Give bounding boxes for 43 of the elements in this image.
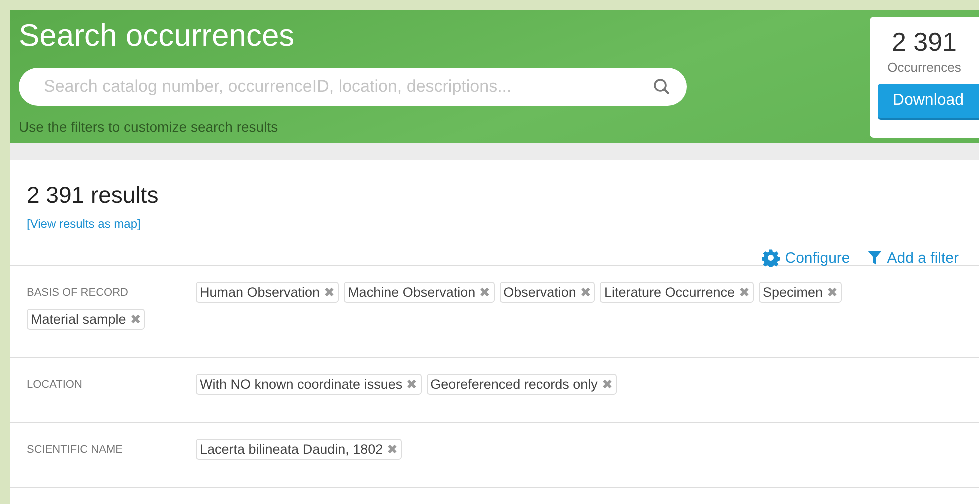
chip-label: Material sample — [31, 312, 126, 327]
count-label: Occurrences — [888, 60, 962, 75]
add-filter-link[interactable]: Add a filter — [868, 249, 959, 267]
filter-chip[interactable]: With NO known coordinate issues ✖ — [196, 374, 422, 395]
remove-icon[interactable]: ✖ — [406, 377, 418, 392]
chip-label: Lacerta bilineata Daudin, 1802 — [200, 442, 384, 457]
remove-icon[interactable]: ✖ — [739, 285, 750, 300]
filter-chip[interactable]: Specimen ✖ — [759, 282, 842, 303]
gear-icon — [762, 249, 780, 267]
filter-chip[interactable]: Human Observation ✖ — [196, 282, 340, 303]
chip-label: Human Observation — [200, 285, 320, 300]
hint-text: Use the filters to customize search results — [19, 119, 280, 135]
map-link[interactable]: [View results as map] — [27, 217, 959, 231]
page-title: Search occurrences — [19, 17, 296, 55]
funnel-icon — [868, 251, 882, 265]
filter-label: LOCATION — [27, 378, 84, 390]
filter-label: SCIENTIFIC NAME — [27, 444, 124, 456]
filter-chip[interactable]: Machine Observation ✖ — [344, 282, 495, 303]
chip-label: Georeferenced records only — [430, 377, 598, 392]
filter-chip[interactable]: Lacerta bilineata Daudin, 1802 ✖ — [196, 439, 402, 460]
remove-icon[interactable]: ✖ — [324, 285, 336, 300]
filter-chip[interactable]: Material sample ✖ — [27, 309, 146, 330]
configure-link[interactable]: Configure — [762, 249, 850, 267]
search-field[interactable]: Search catalog number, occurrenceID, location, descriptions... — [19, 68, 687, 106]
remove-icon[interactable]: ✖ — [580, 285, 592, 300]
chip-label: Specimen — [763, 285, 824, 300]
remove-icon[interactable]: ✖ — [130, 312, 142, 327]
remove-icon[interactable]: ✖ — [602, 377, 613, 392]
occurrence-count: 2 391 — [892, 27, 958, 58]
chip-label: Observation — [504, 285, 576, 300]
remove-icon[interactable]: ✖ — [480, 285, 491, 300]
search-icon[interactable] — [653, 78, 671, 96]
chip-label: Machine Observation — [348, 285, 476, 300]
results-count: 2 391 results — [27, 182, 160, 209]
filter-chip[interactable]: Literature Occurrence ✖ — [600, 282, 754, 303]
filter-label: BASIS OF RECORD — [27, 286, 130, 298]
chip-label: Literature Occurrence — [604, 285, 735, 300]
chip-label: With NO known coordinate issues — [200, 377, 403, 392]
remove-icon[interactable]: ✖ — [387, 442, 398, 457]
download-button[interactable]: Download — [878, 84, 979, 120]
filter-chip[interactable]: Georeferenced records only ✖ — [426, 374, 617, 395]
remove-icon[interactable]: ✖ — [827, 285, 838, 300]
filter-chip[interactable]: Observation ✖ — [500, 282, 596, 303]
